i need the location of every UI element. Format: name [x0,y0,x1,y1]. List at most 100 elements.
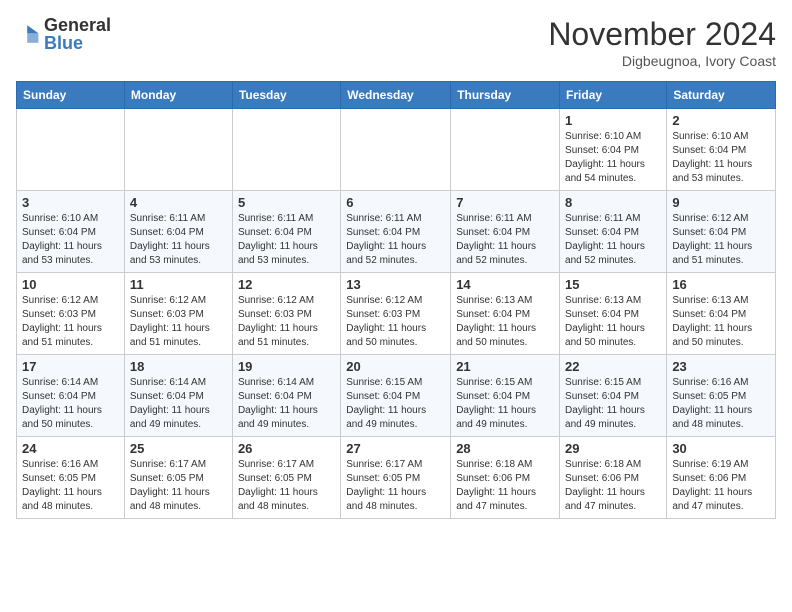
day-info: Sunrise: 6:13 AM Sunset: 6:04 PM Dayligh… [672,294,770,350]
day-number: 21 [456,359,554,374]
calendar-cell: 16 Sunrise: 6:13 AM Sunset: 6:04 PM Dayli… [667,273,776,355]
day-number: 20 [346,359,445,374]
calendar-cell: 11 Sunrise: 6:12 AM Sunset: 6:03 PM Dayli… [124,273,232,355]
calendar-cell: 4 Sunrise: 6:11 AM Sunset: 6:04 PM Daylig… [124,191,232,273]
day-number: 6 [346,195,445,210]
day-number: 23 [672,359,770,374]
day-info: Sunrise: 6:12 AM Sunset: 6:03 PM Dayligh… [130,294,227,350]
day-number: 22 [565,359,661,374]
calendar-cell [451,109,560,191]
day-info: Sunrise: 6:19 AM Sunset: 6:06 PM Dayligh… [672,458,770,514]
day-info: Sunrise: 6:12 AM Sunset: 6:03 PM Dayligh… [22,294,119,350]
calendar-cell: 28 Sunrise: 6:18 AM Sunset: 6:06 PM Dayli… [451,437,560,519]
page-header: General Blue November 2024 Digbeugnoa, I… [16,16,776,69]
calendar-cell: 30 Sunrise: 6:19 AM Sunset: 6:06 PM Dayli… [667,437,776,519]
calendar-cell: 2 Sunrise: 6:10 AM Sunset: 6:04 PM Daylig… [667,109,776,191]
day-number: 18 [130,359,227,374]
day-info: Sunrise: 6:16 AM Sunset: 6:05 PM Dayligh… [22,458,119,514]
day-info: Sunrise: 6:16 AM Sunset: 6:05 PM Dayligh… [672,376,770,432]
day-info: Sunrise: 6:18 AM Sunset: 6:06 PM Dayligh… [565,458,661,514]
day-number: 24 [22,441,119,456]
calendar-cell [232,109,340,191]
day-info: Sunrise: 6:12 AM Sunset: 6:03 PM Dayligh… [346,294,445,350]
calendar-cell: 1 Sunrise: 6:10 AM Sunset: 6:04 PM Daylig… [560,109,667,191]
day-info: Sunrise: 6:18 AM Sunset: 6:06 PM Dayligh… [456,458,554,514]
day-info: Sunrise: 6:14 AM Sunset: 6:04 PM Dayligh… [238,376,335,432]
calendar-cell: 29Sunrise: 6:18 AM Sunset: 6:06 PM Dayli… [560,437,667,519]
calendar-cell: 13 Sunrise: 6:12 AM Sunset: 6:03 PM Dayli… [341,273,451,355]
calendar-cell: 27Sunrise: 6:17 AM Sunset: 6:05 PM Dayli… [341,437,451,519]
day-number: 15 [565,277,661,292]
day-header-thursday: Thursday [451,82,560,109]
calendar-cell: 19 Sunrise: 6:14 AM Sunset: 6:04 PM Dayli… [232,355,340,437]
day-number: 27 [346,441,445,456]
day-number: 7 [456,195,554,210]
day-number: 3 [22,195,119,210]
day-header-sunday: Sunday [17,82,125,109]
calendar-cell: 18Sunrise: 6:14 AM Sunset: 6:04 PM Dayli… [124,355,232,437]
logo: General Blue [16,16,111,52]
calendar-week-2: 10Sunrise: 6:12 AM Sunset: 6:03 PM Dayli… [17,273,776,355]
calendar-week-3: 17 Sunrise: 6:14 AM Sunset: 6:04 PM Dayli… [17,355,776,437]
calendar-cell [341,109,451,191]
month-title: November 2024 [548,16,776,53]
day-number: 13 [346,277,445,292]
day-number: 2 [672,113,770,128]
day-number: 28 [456,441,554,456]
day-number: 11 [130,277,227,292]
day-info: Sunrise: 6:11 AM Sunset: 6:04 PM Dayligh… [238,212,335,268]
calendar-cell: 24 Sunrise: 6:16 AM Sunset: 6:05 PM Dayli… [17,437,125,519]
day-info: Sunrise: 6:11 AM Sunset: 6:04 PM Dayligh… [130,212,227,268]
day-info: Sunrise: 6:10 AM Sunset: 6:04 PM Dayligh… [565,130,661,186]
day-number: 5 [238,195,335,210]
day-number: 16 [672,277,770,292]
day-info: Sunrise: 6:17 AM Sunset: 6:05 PM Dayligh… [238,458,335,514]
calendar-cell: 6Sunrise: 6:11 AM Sunset: 6:04 PM Daylig… [341,191,451,273]
calendar-cell: 21 Sunrise: 6:15 AM Sunset: 6:04 PM Dayli… [451,355,560,437]
calendar-cell: 26Sunrise: 6:17 AM Sunset: 6:05 PM Dayli… [232,437,340,519]
calendar-cell: 22 Sunrise: 6:15 AM Sunset: 6:04 PM Dayli… [560,355,667,437]
day-info: Sunrise: 6:15 AM Sunset: 6:04 PM Dayligh… [565,376,661,432]
calendar-cell: 15 Sunrise: 6:13 AM Sunset: 6:04 PM Dayli… [560,273,667,355]
day-number: 14 [456,277,554,292]
day-info: Sunrise: 6:15 AM Sunset: 6:04 PM Dayligh… [346,376,445,432]
day-info: Sunrise: 6:13 AM Sunset: 6:04 PM Dayligh… [456,294,554,350]
day-header-tuesday: Tuesday [232,82,340,109]
day-number: 12 [238,277,335,292]
calendar-table: SundayMondayTuesdayWednesdayThursdayFrid… [16,81,776,519]
day-number: 19 [238,359,335,374]
day-header-friday: Friday [560,82,667,109]
logo-icon [16,22,40,46]
day-info: Sunrise: 6:13 AM Sunset: 6:04 PM Dayligh… [565,294,661,350]
calendar-cell: 23 Sunrise: 6:16 AM Sunset: 6:05 PM Dayli… [667,355,776,437]
day-header-wednesday: Wednesday [341,82,451,109]
day-info: Sunrise: 6:11 AM Sunset: 6:04 PM Dayligh… [456,212,554,268]
day-header-monday: Monday [124,82,232,109]
calendar-cell: 25Sunrise: 6:17 AM Sunset: 6:05 PM Dayli… [124,437,232,519]
day-info: Sunrise: 6:12 AM Sunset: 6:03 PM Dayligh… [238,294,335,350]
calendar-cell: 20 Sunrise: 6:15 AM Sunset: 6:04 PM Dayli… [341,355,451,437]
calendar-cell: 14 Sunrise: 6:13 AM Sunset: 6:04 PM Dayli… [451,273,560,355]
day-info: Sunrise: 6:11 AM Sunset: 6:04 PM Dayligh… [565,212,661,268]
day-number: 4 [130,195,227,210]
calendar-header-row: SundayMondayTuesdayWednesdayThursdayFrid… [17,82,776,109]
day-info: Sunrise: 6:17 AM Sunset: 6:05 PM Dayligh… [130,458,227,514]
calendar-cell: 17Sunrise: 6:14 AM Sunset: 6:04 PM Dayli… [17,355,125,437]
calendar-cell: 8 Sunrise: 6:11 AM Sunset: 6:04 PM Daylig… [560,191,667,273]
day-number: 30 [672,441,770,456]
calendar-week-4: 24 Sunrise: 6:16 AM Sunset: 6:05 PM Dayli… [17,437,776,519]
day-number: 1 [565,113,661,128]
calendar-week-1: 3Sunrise: 6:10 AM Sunset: 6:04 PM Daylig… [17,191,776,273]
calendar-cell [17,109,125,191]
calendar-cell: 10Sunrise: 6:12 AM Sunset: 6:03 PM Dayli… [17,273,125,355]
day-info: Sunrise: 6:10 AM Sunset: 6:04 PM Dayligh… [672,130,770,186]
calendar-cell: 5 Sunrise: 6:11 AM Sunset: 6:04 PM Daylig… [232,191,340,273]
calendar-cell: 12 Sunrise: 6:12 AM Sunset: 6:03 PM Dayli… [232,273,340,355]
day-info: Sunrise: 6:15 AM Sunset: 6:04 PM Dayligh… [456,376,554,432]
day-number: 8 [565,195,661,210]
calendar-cell: 7 Sunrise: 6:11 AM Sunset: 6:04 PM Daylig… [451,191,560,273]
day-number: 17 [22,359,119,374]
logo-general: General [44,16,111,34]
day-info: Sunrise: 6:12 AM Sunset: 6:04 PM Dayligh… [672,212,770,268]
calendar-cell [124,109,232,191]
